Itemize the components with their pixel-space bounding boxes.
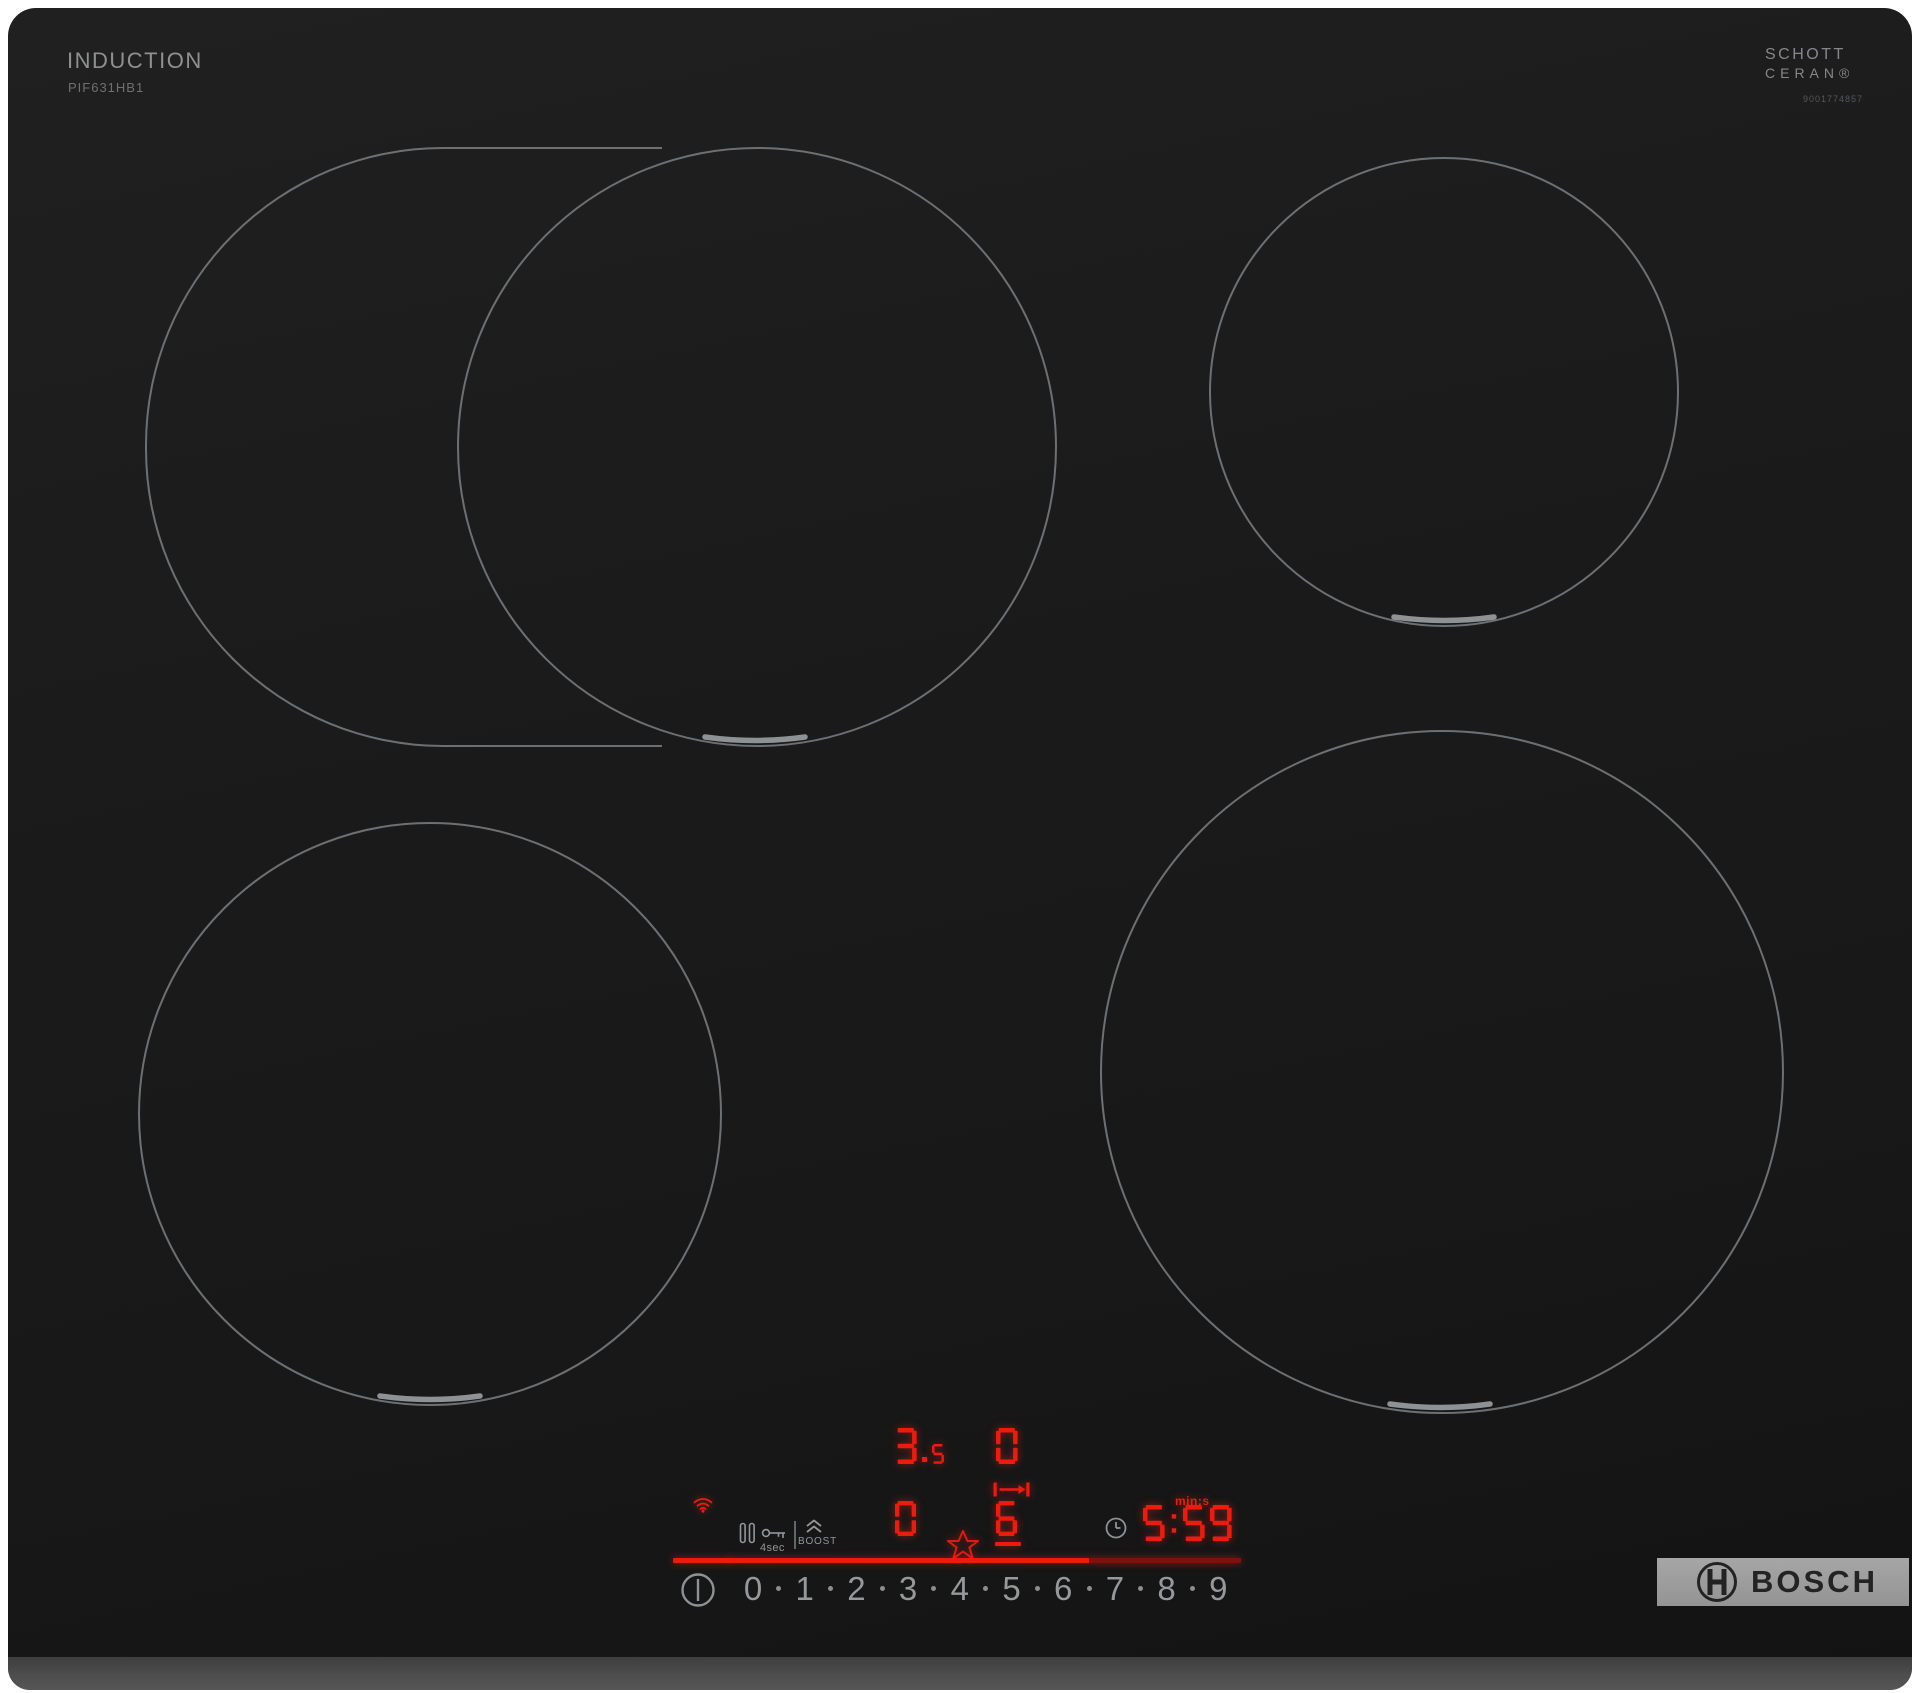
zone-front-left [138, 822, 722, 1406]
bosch-logo-text: BOSCH [1751, 1564, 1878, 1600]
display-front-right-level[interactable] [996, 1501, 1017, 1536]
power-level-0[interactable]: 0 [731, 1570, 775, 1608]
lock-hold-label: 4sec [760, 1542, 785, 1554]
slider-bar-main[interactable] [728, 1558, 1241, 1563]
level-separator-dot [983, 1586, 988, 1591]
power-level-6[interactable]: 6 [1041, 1570, 1085, 1608]
pan-marker-front-left [374, 1393, 486, 1405]
pan-marker-rear-right [1388, 614, 1500, 626]
model-number: PIF631HB1 [68, 80, 144, 95]
schott-line: SCHOTT [1765, 46, 1865, 64]
move-pan-icon [993, 1482, 1030, 1497]
induction-hob: INDUCTION PIF631HB1 SCHOTT CERAN® 900177… [8, 8, 1912, 1690]
pan-marker-front-right [1384, 1401, 1496, 1413]
schott-ceran-logo: SCHOTT CERAN® 9001774857 [1765, 46, 1865, 104]
flex-zone-circle [457, 147, 1057, 747]
glass-code: 9001774857 [1803, 94, 1865, 104]
power-level-3[interactable]: 3 [886, 1570, 930, 1608]
timer-clock-icon[interactable] [1104, 1516, 1128, 1540]
level-separator-dot [776, 1586, 781, 1591]
power-level-2[interactable]: 2 [834, 1570, 878, 1608]
boost-icon[interactable] [805, 1519, 823, 1534]
level-separator-dot [1138, 1586, 1143, 1591]
boost-label: BOOST [798, 1536, 837, 1547]
power-level-7[interactable]: 7 [1093, 1570, 1137, 1608]
product-image: INDUCTION PIF631HB1 SCHOTT CERAN® 900177… [0, 0, 1920, 1693]
control-divider [794, 1521, 796, 1549]
power-level-9[interactable]: 9 [1196, 1570, 1240, 1608]
pause-icon[interactable] [739, 1522, 756, 1544]
level-separator-dot [880, 1586, 885, 1591]
wifi-icon [692, 1495, 714, 1513]
bosch-badge: BOSCH [1657, 1558, 1909, 1606]
level-separator-dot [1190, 1586, 1195, 1591]
type-label: INDUCTION [67, 48, 203, 74]
level-separator-dot [1087, 1586, 1092, 1591]
bosch-symbol-icon [1695, 1560, 1739, 1604]
level-separator-dot [828, 1586, 833, 1591]
pan-marker-flex [699, 734, 811, 746]
power-level-5[interactable]: 5 [990, 1570, 1034, 1608]
display-rear-right-level[interactable] [996, 1428, 1018, 1464]
zone-front-right [1100, 730, 1784, 1414]
favourite-star-icon[interactable] [946, 1529, 980, 1561]
key-icon[interactable] [761, 1526, 787, 1541]
timer-display[interactable] [1143, 1505, 1232, 1541]
power-level-4[interactable]: 4 [938, 1570, 982, 1608]
power-level-8[interactable]: 8 [1145, 1570, 1189, 1608]
level-separator-dot [931, 1586, 936, 1591]
level-separator-dot [1035, 1586, 1040, 1591]
power-level-1[interactable]: 1 [783, 1570, 827, 1608]
slider-bar-left[interactable] [673, 1558, 731, 1563]
front-trim [8, 1657, 1912, 1690]
power-button[interactable] [679, 1571, 717, 1609]
selected-zone-underline [995, 1542, 1021, 1546]
display-front-left-level[interactable] [895, 1501, 916, 1536]
zone-rear-right [1209, 157, 1679, 627]
ceran-line: CERAN® [1765, 65, 1865, 81]
display-rear-left-level[interactable] [895, 1428, 944, 1464]
